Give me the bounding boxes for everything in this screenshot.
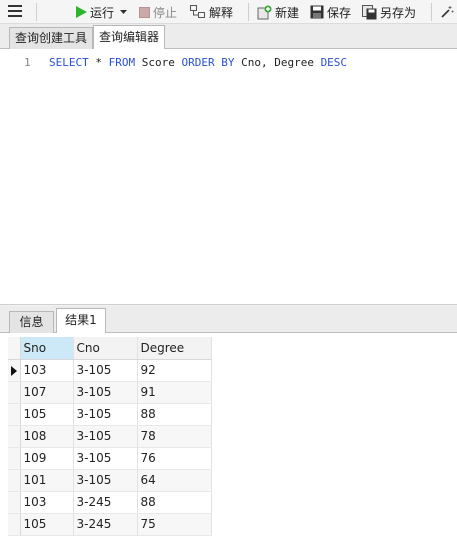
cell-sno[interactable]: 108 — [20, 425, 74, 448]
row-selector[interactable] — [8, 469, 21, 492]
row-header-corner — [8, 337, 21, 360]
cell-cno[interactable]: 3-105 — [73, 403, 138, 426]
stop-icon — [139, 6, 150, 18]
explain-label: 解释 — [209, 5, 234, 20]
save-icon — [310, 5, 324, 19]
editor-tab-bar: 查询创建工具 查询编辑器 — [0, 24, 457, 49]
sql-keyword: FROM — [108, 56, 136, 69]
row-selector[interactable] — [8, 447, 21, 470]
stop-button[interactable]: 停止 — [139, 0, 177, 24]
cell-sno[interactable]: 103 — [20, 491, 74, 514]
cell-degree[interactable]: 78 — [137, 425, 212, 448]
table-row[interactable]: 101 3-105 64 — [8, 469, 212, 492]
toolbar-divider — [431, 3, 432, 21]
sql-keyword: SELECT — [49, 56, 89, 69]
result-tab-bar: 信息 结果1 — [0, 306, 457, 333]
cell-degree[interactable]: 75 — [137, 513, 212, 536]
cell-sno[interactable]: 105 — [20, 403, 74, 426]
cell-degree[interactable]: 76 — [137, 447, 212, 470]
run-label: 运行 — [90, 5, 115, 20]
cell-cno[interactable]: 3-105 — [73, 447, 138, 470]
cell-sno[interactable]: 109 — [20, 447, 74, 470]
save-as-label: 另存为 — [380, 5, 417, 20]
tab-query-editor[interactable]: 查询编辑器 — [93, 25, 166, 49]
cell-sno[interactable]: 105 — [20, 513, 74, 536]
explain-icon — [190, 5, 205, 18]
menu-icon[interactable] — [8, 5, 22, 17]
column-header-cno[interactable]: Cno — [73, 337, 138, 360]
save-button[interactable]: 保存 — [310, 0, 351, 24]
table-row[interactable]: 105 3-105 88 — [8, 403, 212, 426]
magic-wand-icon — [441, 6, 454, 18]
stop-label: 停止 — [153, 5, 178, 20]
new-button[interactable]: 新建 — [257, 0, 299, 24]
save-as-button[interactable]: 另存为 — [362, 0, 416, 24]
result-grid: Sno Cno Degree 103 3-105 92 107 3-105 91… — [0, 333, 457, 541]
cell-degree[interactable]: 88 — [137, 491, 212, 514]
sql-text: Cno, Degree — [234, 56, 321, 69]
cell-degree[interactable]: 64 — [137, 469, 212, 492]
cell-sno[interactable]: 101 — [20, 469, 74, 492]
play-icon — [76, 6, 87, 18]
chevron-down-icon[interactable] — [120, 9, 128, 15]
cell-sno[interactable]: 107 — [20, 381, 74, 404]
result-table: Sno Cno Degree 103 3-105 92 107 3-105 91… — [8, 337, 212, 536]
row-selector[interactable] — [8, 491, 21, 514]
sql-keyword: ORDER BY — [181, 56, 235, 69]
line-number: 1 — [24, 56, 31, 69]
cell-sno[interactable]: 103 — [20, 359, 74, 382]
explain-button[interactable]: 解释 — [190, 0, 233, 24]
row-selector[interactable] — [8, 513, 21, 536]
sql-editor[interactable]: 1 SELECT * FROM Score ORDER BY Cno, Degr… — [0, 49, 457, 305]
cell-degree[interactable]: 91 — [137, 381, 212, 404]
row-selector[interactable] — [8, 425, 21, 448]
row-selector[interactable] — [8, 381, 21, 404]
sql-text: * — [88, 56, 109, 69]
cell-cno[interactable]: 3-105 — [73, 359, 138, 382]
table-row[interactable]: 107 3-105 91 — [8, 381, 212, 404]
tab-info[interactable]: 信息 — [9, 311, 54, 333]
toolbar-divider — [248, 3, 249, 21]
beautify-button[interactable] — [440, 0, 454, 24]
sql-text: Score — [135, 56, 182, 69]
new-label: 新建 — [275, 5, 300, 20]
table-row[interactable]: 103 3-245 88 — [8, 491, 212, 514]
tab-result-1[interactable]: 结果1 — [56, 308, 106, 333]
cell-cno[interactable]: 3-245 — [73, 513, 138, 536]
cell-cno[interactable]: 3-105 — [73, 425, 138, 448]
table-row[interactable]: 103 3-105 92 — [8, 359, 212, 382]
new-query-icon — [257, 5, 272, 19]
save-as-icon — [362, 4, 377, 19]
cell-degree[interactable]: 92 — [137, 359, 212, 382]
sql-keyword: DESC — [320, 56, 348, 69]
row-selector[interactable] — [8, 403, 21, 426]
table-row[interactable]: 108 3-105 78 — [8, 425, 212, 448]
cell-cno[interactable]: 3-105 — [73, 469, 138, 492]
header-row: Sno Cno Degree — [8, 337, 212, 360]
cell-cno[interactable]: 3-245 — [73, 491, 138, 514]
column-header-sno[interactable]: Sno — [20, 337, 74, 360]
save-label: 保存 — [327, 5, 352, 20]
column-header-degree[interactable]: Degree — [137, 337, 212, 360]
cell-degree[interactable]: 88 — [137, 403, 212, 426]
toolbar: 运行 停止 解释 新建 保存 另存为 — [0, 0, 457, 24]
row-selector[interactable] — [8, 359, 21, 382]
run-button[interactable]: 运行 — [75, 0, 128, 24]
table-row[interactable]: 105 3-245 75 — [8, 513, 212, 536]
cell-cno[interactable]: 3-105 — [73, 381, 138, 404]
table-row[interactable]: 109 3-105 76 — [8, 447, 212, 470]
sql-code-line[interactable]: SELECT * FROM Score ORDER BY Cno, Degree… — [49, 56, 347, 69]
current-row-arrow-icon — [11, 365, 17, 376]
tab-query-builder[interactable]: 查询创建工具 — [9, 27, 94, 49]
toolbar-divider — [36, 3, 37, 21]
